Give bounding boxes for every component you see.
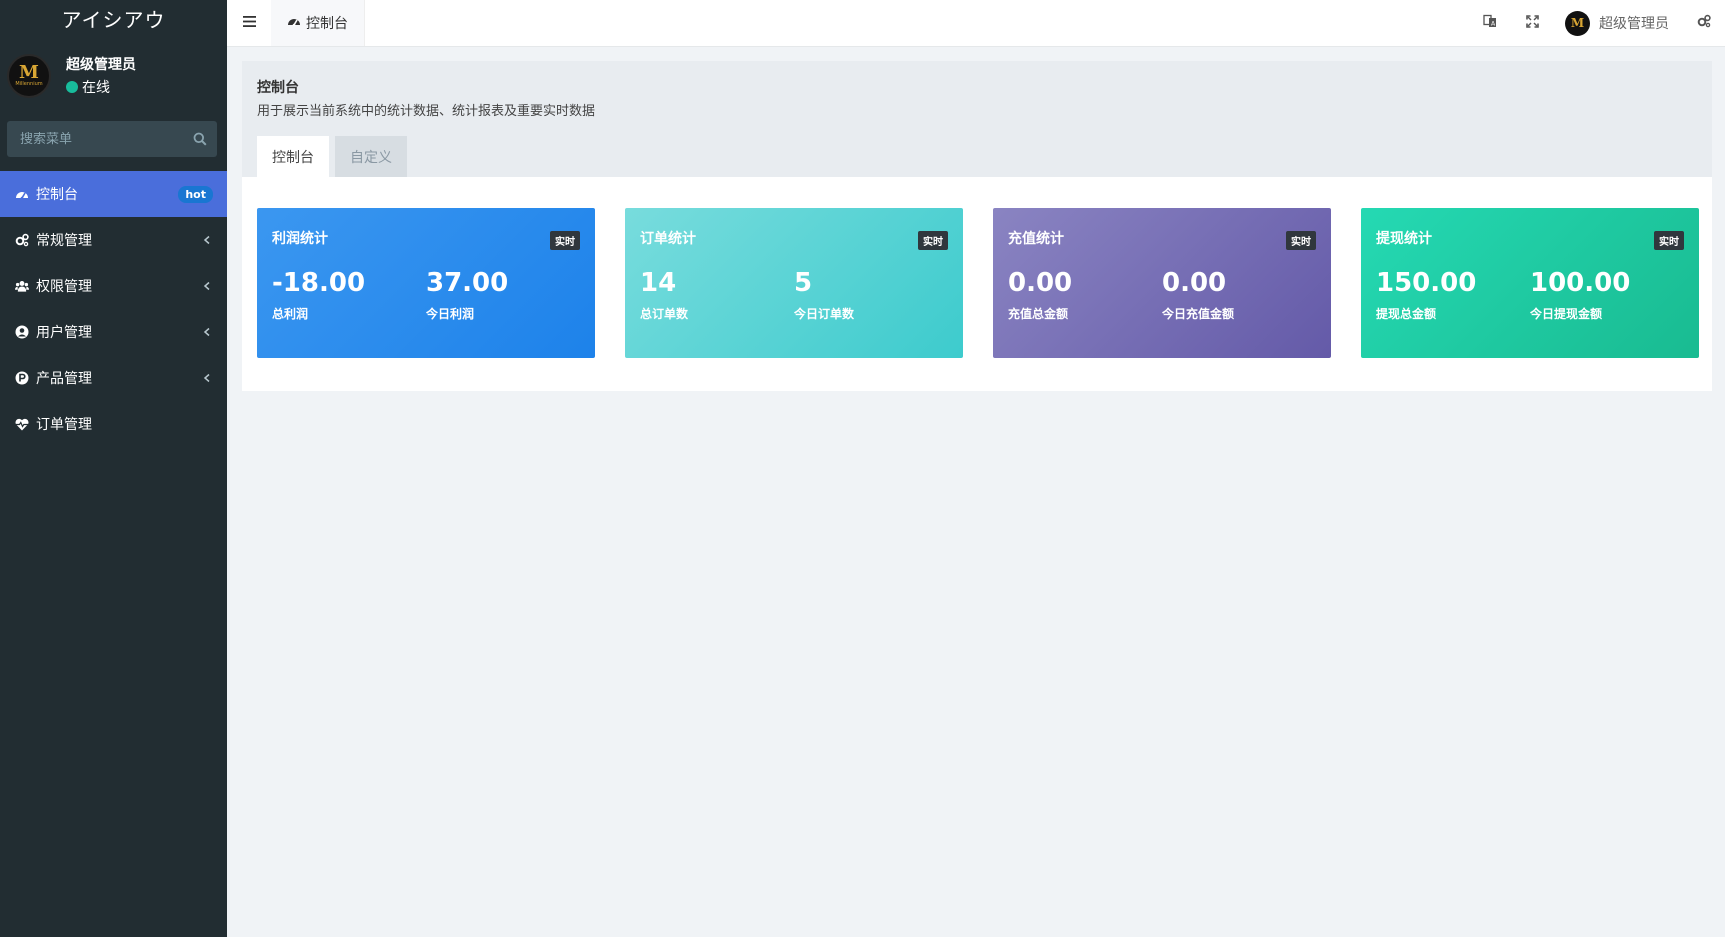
panel-header: 控制台 用于展示当前系统中的统计数据、统计报表及重要实时数据 控制台 自定义 [242,61,1712,177]
stat-value: 5 [794,268,813,298]
stat-value: 37.00 [426,268,509,298]
stat-cards: 利润统计 实时 -18.00 总利润 37.00 今日利润 订单统计 实时 14 总订… [242,177,1712,358]
avatar: M [1565,10,1590,36]
realtime-badge: 实时 [1286,231,1316,250]
header-actions: A M 超级管理员 [1469,0,1725,46]
stat-label: 今日订单数 [794,307,855,321]
page-description: 用于展示当前系统中的统计数据、统计报表及重要实时数据 [257,104,596,119]
stat-value: 150.00 [1376,268,1477,298]
page-title: 控制台 [257,80,299,96]
sidebar-menu: 控制台 hot 常规管理 权限管理 用户管理 产品管理 订单管理 [0,171,227,447]
avatar-letter: M [19,61,39,83]
stat-label: 总利润 [272,307,309,321]
settings-button[interactable] [1683,0,1725,47]
sidebar-item-dashboard[interactable]: 控制台 hot [0,171,227,217]
tab-dashboard-panel[interactable]: 控制台 [257,136,329,177]
avatar-text: Millennium [15,80,43,87]
sidebar-item-general[interactable]: 常规管理 [0,217,227,263]
dashboard-icon [287,15,301,31]
stat-label: 提现总金额 [1376,307,1437,321]
menu-search [7,121,217,157]
avatar: M Millennium [7,53,51,98]
user-name: 超级管理员 [66,57,136,73]
realtime-badge: 实时 [550,231,580,250]
card-title: 利润统计 [272,231,328,247]
stat-label: 今日利润 [426,307,475,321]
cogs-icon [15,233,29,247]
translate-icon: A [1483,14,1497,32]
card-title: 订单统计 [640,231,696,247]
top-header: 控制台 A M 超级管理员 [227,0,1725,47]
hot-badge: hot [178,185,213,203]
sidebar-toggle-button[interactable] [227,0,271,46]
user-panel: M Millennium 超级管理员 在线 [0,42,227,107]
group-icon [15,279,29,293]
stat-label: 总订单数 [640,307,689,321]
tab-label: 控制台 [306,16,348,32]
card-title: 提现统计 [1376,231,1432,247]
tab-custom[interactable]: 自定义 [335,136,407,177]
sidebar-item-label: 订单管理 [36,417,92,433]
fullscreen-button[interactable] [1511,0,1553,47]
translate-button[interactable]: A [1469,0,1511,47]
tab-dashboard[interactable]: 控制台 [271,0,365,46]
user-status-label: 在线 [82,80,110,96]
realtime-badge: 实时 [1654,231,1684,250]
heartbeat-icon [15,417,29,431]
stat-value: 0.00 [1162,268,1227,298]
header-user-menu[interactable]: M 超级管理员 [1553,10,1683,36]
card-title: 充值统计 [1008,231,1064,247]
product-p-icon [15,371,29,385]
cogs-icon [1697,14,1711,32]
realtime-badge: 实时 [918,231,948,250]
sidebar-item-label: 常规管理 [36,233,92,249]
sidebar-item-permissions[interactable]: 权限管理 [0,263,227,309]
chevron-left-icon [203,235,213,245]
stat-value: 14 [640,268,677,298]
dashboard-icon [15,187,29,201]
stat-value: 0.00 [1008,268,1073,298]
sidebar-item-orders[interactable]: 订单管理 [0,401,227,447]
sidebar-item-label: 权限管理 [36,279,92,295]
stat-value: 100.00 [1530,268,1631,298]
sidebar-item-users[interactable]: 用户管理 [0,309,227,355]
online-dot-icon [66,81,78,93]
user-circle-icon [15,325,29,339]
user-status: 在线 [66,77,136,97]
sidebar-item-label: 用户管理 [36,325,92,341]
chevron-left-icon [203,327,213,337]
sidebar-item-label: 控制台 [36,187,78,203]
withdraw-stat-card: 提现统计 实时 150.00 提现总金额 100.00 今日提现金额 [1361,208,1699,358]
menu-bars-icon [242,15,256,31]
stat-label: 充值总金额 [1008,307,1069,321]
chevron-left-icon [203,373,213,383]
header-user-name: 超级管理员 [1599,16,1669,32]
stat-label: 今日充值金额 [1162,307,1235,321]
dashboard-panel: 控制台 用于展示当前系统中的统计数据、统计报表及重要实时数据 控制台 自定义 利… [242,61,1712,391]
menu-search-input[interactable] [20,131,193,147]
order-stat-card: 订单统计 实时 14 总订单数 5 今日订单数 [625,208,963,358]
stat-value: -18.00 [272,268,366,298]
profit-stat-card: 利润统计 实时 -18.00 总利润 37.00 今日利润 [257,208,595,358]
sidebar-item-label: 产品管理 [36,371,92,387]
brand-title[interactable]: アイシアウ [0,0,227,42]
sidebar-item-products[interactable]: 产品管理 [0,355,227,401]
stat-label: 今日提现金额 [1530,307,1603,321]
recharge-stat-card: 充值统计 实时 0.00 充值总金额 0.00 今日充值金额 [993,208,1331,358]
chevron-left-icon [203,281,213,291]
panel-tabs: 控制台 自定义 [257,136,413,177]
sidebar: アイシアウ M Millennium 超级管理员 在线 控制台 hot [0,0,227,937]
fullscreen-icon [1525,14,1539,32]
search-icon[interactable] [193,132,207,146]
